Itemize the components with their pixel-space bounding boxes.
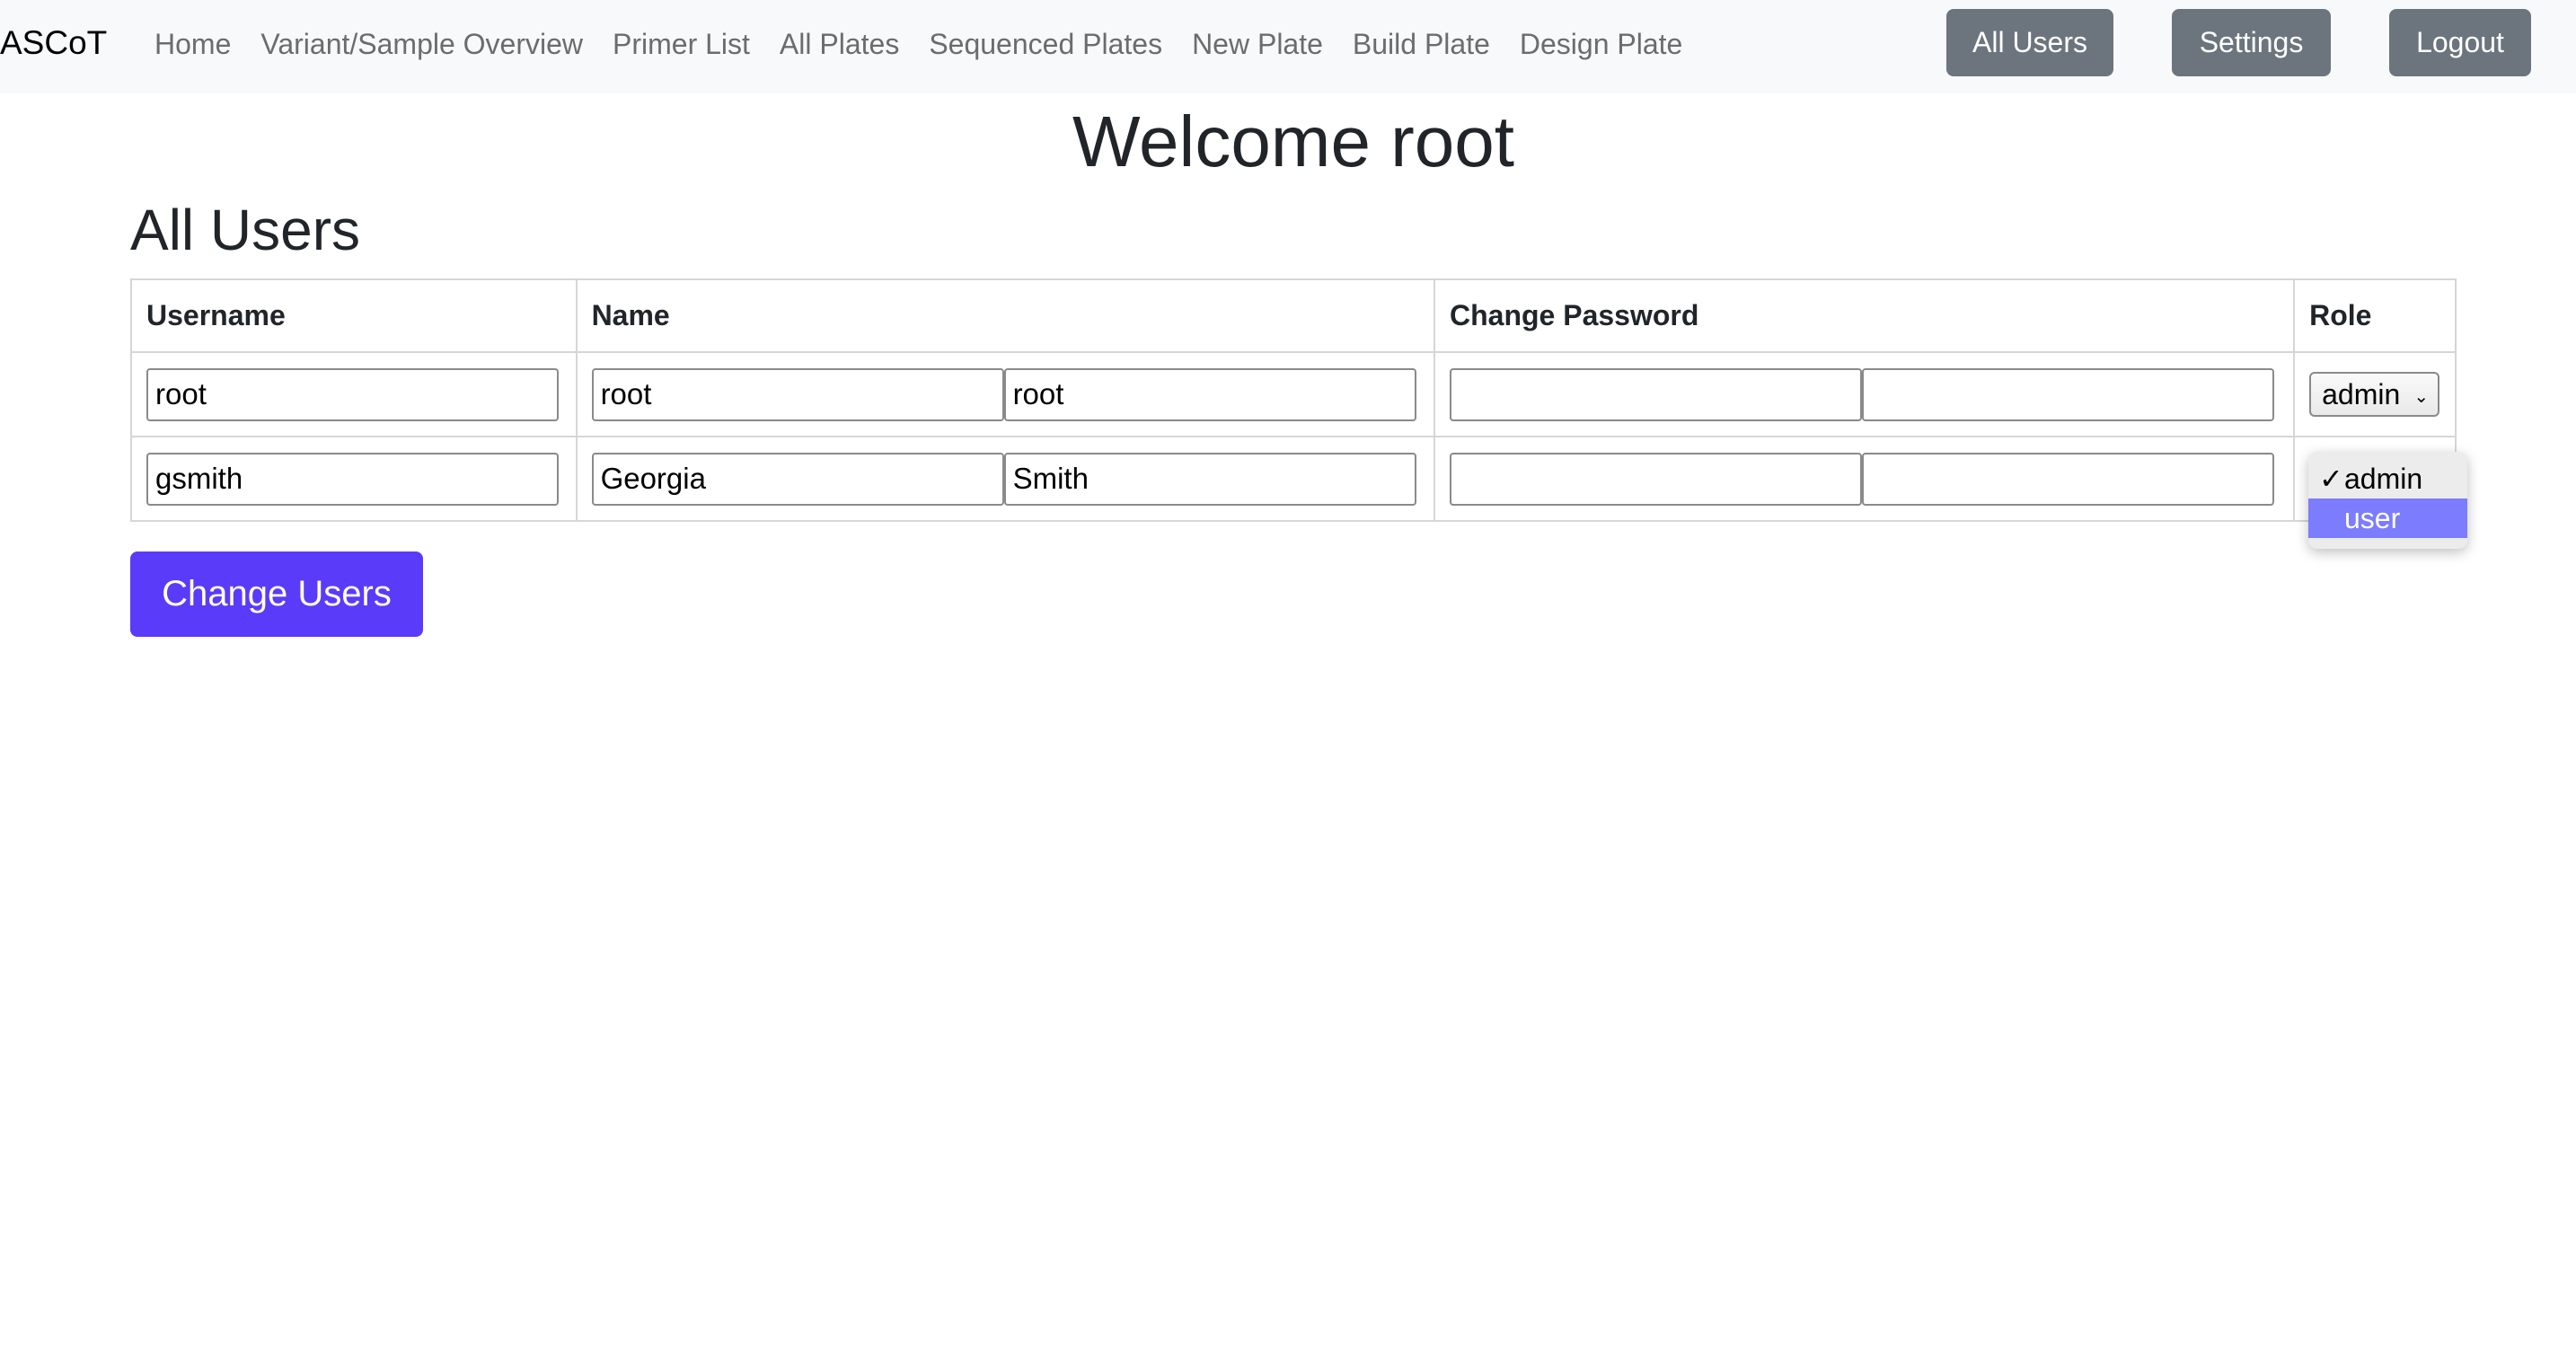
users-table: Username Name Change Password Role root … xyxy=(130,278,2457,522)
welcome-heading: Welcome root xyxy=(1072,101,1515,181)
nav-link-sequenced-plates[interactable]: Sequenced Plates xyxy=(929,28,1162,61)
header-role: Role xyxy=(2293,278,2457,353)
chevron-down-icon: ⌄ xyxy=(2413,387,2430,407)
brand-logo[interactable]: ASCoT xyxy=(0,22,107,65)
username-cell xyxy=(130,351,578,437)
password-cell xyxy=(1433,351,2296,437)
first-name-input[interactable] xyxy=(591,452,1004,506)
nav-link-all-plates[interactable]: All Plates xyxy=(780,28,899,61)
confirm-password-input[interactable] xyxy=(1861,452,2274,506)
nav-links: Home Variant/Sample Overview Primer List… xyxy=(154,0,1712,88)
nav-link-variant-sample-overview[interactable]: Variant/Sample Overview xyxy=(260,28,583,61)
new-password-input[interactable] xyxy=(1449,367,1862,421)
header-username: Username xyxy=(130,278,578,353)
section-title: All Users xyxy=(130,198,361,262)
role-select-value: admin xyxy=(2322,377,2401,410)
table-row xyxy=(130,436,2457,522)
name-cell xyxy=(575,436,1435,522)
settings-button[interactable]: Settings xyxy=(2172,9,2331,76)
confirm-password-input[interactable] xyxy=(1861,367,2274,421)
last-name-input[interactable] xyxy=(1003,367,1416,421)
nav-link-home[interactable]: Home xyxy=(154,28,231,61)
nav-link-build-plate[interactable]: Build Plate xyxy=(1353,28,1490,61)
role-dropdown-menu: ✓ admin user xyxy=(2308,452,2467,549)
header-change-password: Change Password xyxy=(1433,278,2296,353)
username-input[interactable] xyxy=(146,367,559,421)
role-option-admin[interactable]: ✓ admin xyxy=(2308,459,2467,499)
table-row: admin ⌄ xyxy=(130,351,2457,437)
nav-link-new-plate[interactable]: New Plate xyxy=(1192,28,1323,61)
username-cell xyxy=(130,436,578,522)
role-option-label: admin xyxy=(2344,462,2423,495)
change-users-button[interactable]: Change Users xyxy=(130,551,423,637)
role-option-label: user xyxy=(2344,501,2401,534)
role-option-user[interactable]: user xyxy=(2308,499,2467,538)
header-name: Name xyxy=(575,278,1435,353)
nav-link-design-plate[interactable]: Design Plate xyxy=(1520,28,1682,61)
role-select[interactable]: admin ⌄ xyxy=(2309,372,2440,417)
top-navbar: ASCoT Home Variant/Sample Overview Prime… xyxy=(0,0,2576,93)
logout-button[interactable]: Logout xyxy=(2389,9,2531,76)
last-name-input[interactable] xyxy=(1003,452,1416,506)
first-name-input[interactable] xyxy=(591,367,1004,421)
all-users-button[interactable]: All Users xyxy=(1946,9,2113,76)
username-input[interactable] xyxy=(146,452,559,506)
nav-link-primer-list[interactable]: Primer List xyxy=(613,28,750,61)
checkmark-icon: ✓ xyxy=(2319,463,2343,495)
password-cell xyxy=(1433,436,2296,522)
name-cell xyxy=(575,351,1435,437)
role-cell: admin ⌄ xyxy=(2293,351,2457,437)
table-header-row: Username Name Change Password Role xyxy=(130,278,2457,353)
new-password-input[interactable] xyxy=(1449,452,1862,506)
